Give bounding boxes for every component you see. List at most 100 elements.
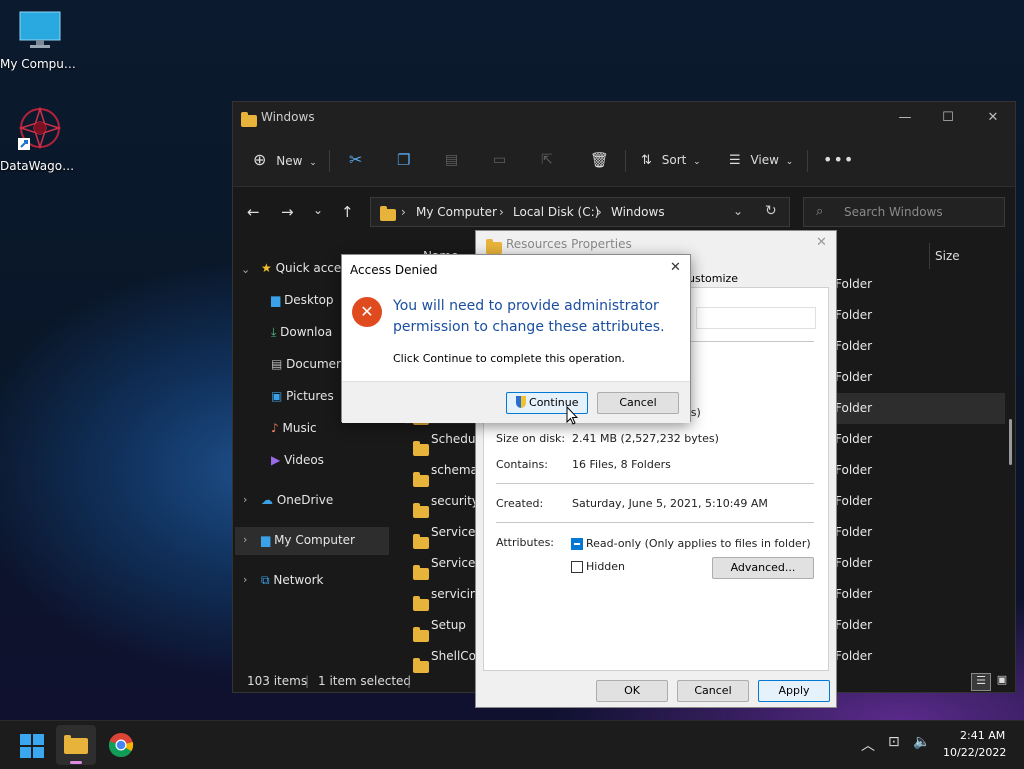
refresh-icon[interactable]: ↻ bbox=[765, 203, 777, 219]
delete-button[interactable]: 🗑 bbox=[590, 148, 609, 172]
column-header-size[interactable]: Size bbox=[935, 249, 960, 263]
folder-icon bbox=[413, 595, 429, 611]
advanced-button[interactable]: Advanced... bbox=[712, 557, 814, 579]
nav-desktop[interactable]: ▆ Desktop bbox=[271, 287, 334, 313]
details-view-button[interactable]: ☰ bbox=[971, 673, 991, 691]
nav-label: My Computer bbox=[274, 533, 355, 547]
search-placeholder: Search Windows bbox=[844, 205, 943, 219]
plus-circle-icon: ⊕ bbox=[253, 150, 267, 169]
cancel-button[interactable]: Cancel bbox=[677, 680, 749, 702]
desktop-icon-datawagon[interactable]: DataWagon... bbox=[0, 106, 80, 173]
properties-title: Resources Properties bbox=[506, 237, 632, 251]
rename-button[interactable]: ▭ bbox=[493, 148, 506, 172]
close-button[interactable]: ✕ bbox=[983, 108, 1003, 128]
nav-quick-access[interactable]: ★ Quick acce bbox=[261, 255, 341, 281]
maximize-button[interactable]: ☐ bbox=[938, 108, 958, 128]
row-type: Folder bbox=[835, 432, 873, 446]
nav-documents[interactable]: ▤ Documen bbox=[271, 351, 344, 377]
properties-close-icon[interactable]: ✕ bbox=[816, 235, 827, 250]
nav-pictures[interactable]: ▣ Pictures bbox=[271, 383, 334, 409]
taskbar-chrome-button[interactable] bbox=[108, 732, 134, 758]
nav-onedrive[interactable]: ☁ OneDrive bbox=[261, 487, 333, 513]
access-denied-heading: You will need to provide administrator p… bbox=[393, 298, 665, 335]
breadcrumb-windows[interactable]: Windows bbox=[611, 205, 665, 219]
search-box[interactable]: ⌕ Search Windows bbox=[803, 197, 1005, 227]
tab-customize[interactable]: ustomize bbox=[688, 272, 738, 285]
vertical-scrollbar[interactable] bbox=[1009, 419, 1012, 465]
up-arrow-icon[interactable]: ↑ bbox=[341, 203, 354, 221]
hidden-checkbox[interactable] bbox=[571, 561, 583, 573]
address-bar[interactable]: › My Computer › Local Disk (C:) › Window… bbox=[370, 197, 790, 227]
size-on-disk-value: 2.41 MB (2,527,232 bytes) bbox=[572, 432, 719, 445]
folder-icon bbox=[241, 111, 257, 127]
paste-button[interactable]: ▤ bbox=[445, 148, 458, 172]
forward-arrow-icon[interactable]: → bbox=[281, 203, 294, 221]
row-type: Folder bbox=[835, 463, 873, 477]
breadcrumb-my-computer[interactable]: My Computer bbox=[416, 205, 497, 219]
row-type: Folder bbox=[835, 494, 873, 508]
folder-icon bbox=[413, 440, 429, 456]
clock-date[interactable]: 10/22/2022 bbox=[943, 746, 1006, 759]
apply-button[interactable]: Apply bbox=[758, 680, 830, 702]
active-indicator bbox=[70, 761, 82, 764]
start-button[interactable] bbox=[20, 734, 44, 758]
access-denied-close-icon[interactable]: ✕ bbox=[670, 260, 681, 275]
new-button[interactable]: ⊕ New ⌄ bbox=[253, 148, 317, 172]
nav-music[interactable]: ♪ Music bbox=[271, 415, 317, 441]
clock-time[interactable]: 2:41 AM bbox=[960, 729, 1005, 742]
folder-icon bbox=[380, 205, 396, 221]
nav-videos[interactable]: ▶ Videos bbox=[271, 447, 324, 473]
row-type: Folder bbox=[835, 339, 873, 353]
contains-value: 16 Files, 8 Folders bbox=[572, 458, 671, 471]
address-dropdown-icon[interactable]: ⌄ bbox=[733, 204, 743, 218]
cut-button[interactable]: ✂ bbox=[349, 148, 362, 172]
selection-count: 1 item selected bbox=[318, 674, 412, 688]
new-button-label: New bbox=[276, 154, 303, 168]
sort-button[interactable]: ⇅ Sort ⌄ bbox=[641, 148, 701, 172]
folder-name-field[interactable] bbox=[696, 307, 816, 329]
nav-network[interactable]: ⧉ Network bbox=[261, 567, 324, 593]
command-bar: ⊕ New ⌄ ✂ ❐ ▤ ▭ ⇱ 🗑 ⇅ Sort ⌄ ☰ View ⌄ ••… bbox=[233, 134, 1015, 187]
view-list-icon: ☰ bbox=[729, 153, 741, 168]
star-icon: ★ bbox=[261, 261, 272, 275]
recent-chevron-icon[interactable]: ⌄ bbox=[313, 203, 323, 217]
documents-icon: ▤ bbox=[271, 357, 283, 371]
row-type: Folder bbox=[835, 587, 873, 601]
show-hidden-icons-chevron[interactable]: ︿ bbox=[861, 735, 875, 755]
breadcrumb-separator: › bbox=[499, 205, 504, 219]
expand-chevron-icon[interactable]: › bbox=[243, 533, 247, 546]
section-divider bbox=[496, 522, 814, 523]
row-type: Folder bbox=[835, 308, 873, 322]
cloud-icon: ☁ bbox=[261, 493, 273, 507]
row-type: Folder bbox=[835, 618, 873, 632]
more-options-button[interactable]: ••• bbox=[823, 148, 854, 172]
sort-button-label: Sort bbox=[661, 153, 687, 167]
cancel-button[interactable]: Cancel bbox=[597, 392, 679, 414]
volume-icon[interactable]: 🔈 bbox=[913, 734, 930, 750]
tiles-view-button[interactable]: ▣ bbox=[993, 673, 1011, 689]
nav-my-computer[interactable]: ▆ My Computer bbox=[261, 527, 355, 553]
back-arrow-icon[interactable]: ← bbox=[247, 203, 260, 221]
folder-icon bbox=[413, 626, 429, 642]
copy-button[interactable]: ❐ bbox=[397, 148, 410, 172]
nav-label: Documen bbox=[286, 357, 344, 371]
taskbar-explorer-button[interactable] bbox=[56, 725, 96, 765]
minimize-button[interactable]: — bbox=[895, 108, 915, 128]
desktop-icon-my-computer[interactable]: My Computer bbox=[0, 10, 80, 71]
nav-downloads[interactable]: ⤓ Downloa bbox=[271, 319, 332, 345]
nav-label: Videos bbox=[284, 453, 324, 467]
breadcrumb-local-disk[interactable]: Local Disk (C:) bbox=[513, 205, 599, 219]
expand-chevron-icon[interactable]: ⌄ bbox=[241, 263, 250, 276]
share-button[interactable]: ⇱ bbox=[541, 148, 553, 172]
view-button-label: View bbox=[750, 153, 779, 167]
nav-label: Pictures bbox=[286, 389, 334, 403]
expand-chevron-icon[interactable]: › bbox=[243, 573, 247, 586]
view-button[interactable]: ☰ View ⌄ bbox=[729, 148, 793, 172]
chrome-icon bbox=[108, 733, 134, 758]
expand-chevron-icon[interactable]: › bbox=[243, 493, 247, 506]
readonly-checkbox[interactable] bbox=[571, 538, 583, 550]
ok-button[interactable]: OK bbox=[596, 680, 668, 702]
network-status-icon[interactable]: ⊡ bbox=[888, 734, 900, 750]
taskbar: ︿ ⊡ 🔈 2:41 AM 10/22/2022 bbox=[0, 720, 1024, 769]
title-bar[interactable]: Windows — ☐ ✕ bbox=[233, 102, 1015, 134]
